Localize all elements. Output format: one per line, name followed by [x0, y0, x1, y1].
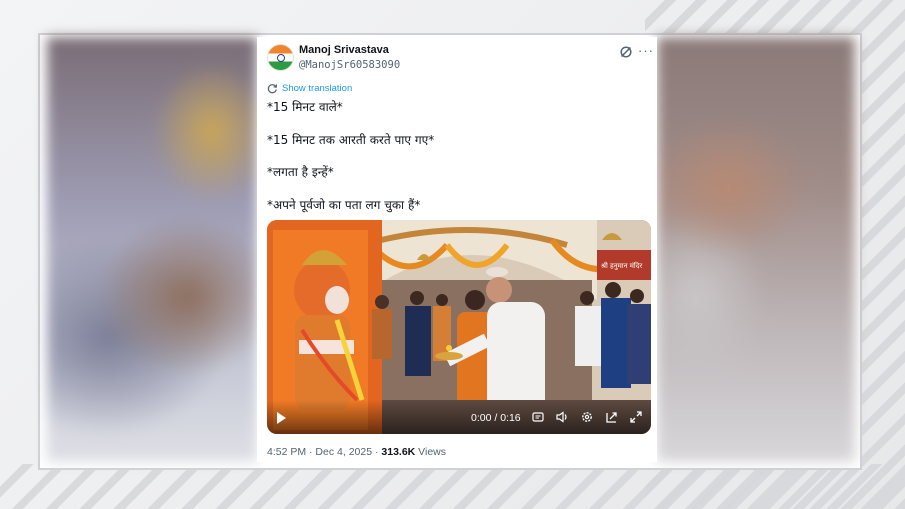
blurred-background-right — [657, 37, 855, 462]
tweet-line: *लगता है इन्हें* — [267, 165, 334, 179]
grok-icon[interactable] — [619, 45, 633, 59]
fullscreen-icon[interactable] — [629, 410, 643, 424]
play-icon[interactable] — [277, 412, 286, 424]
display-name[interactable]: Manoj Srivastava — [299, 44, 389, 56]
tweet-card: Manoj Srivastava @ManojSr60583090 ··· Sh… — [257, 37, 657, 462]
avatar[interactable] — [267, 44, 294, 71]
tweet-line: *अपने पूर्वजो का पता लग चुका हैं* — [267, 197, 421, 212]
views-label: Views — [415, 446, 446, 458]
tweet-line: *15 मिनट वाले* — [267, 100, 343, 114]
views-count: 313.6K — [381, 446, 416, 458]
tweet-text: *15 मिनट वाले* *15 मिनट तक आरती करते पाए… — [267, 97, 647, 227]
background-stripes-bottom — [0, 464, 905, 509]
tweet-line: *15 मिनट तक आरती करते पाए गए* — [267, 132, 435, 147]
captions-icon[interactable] — [532, 411, 544, 423]
user-handle[interactable]: @ManojSr60583090 — [299, 59, 400, 71]
timestamp[interactable]: 4:52 PM · Dec 4, 2025 · — [267, 446, 381, 458]
translate-icon — [267, 84, 278, 94]
temple-sign: श्री हनुमान मंदिर — [601, 261, 642, 270]
video-player[interactable]: श्री हनुमान मंदिर 0:00 / 0:16 — [267, 220, 651, 434]
flag-chakra — [277, 54, 285, 62]
video-time: 0:00 / 0:16 — [471, 412, 521, 424]
pip-icon[interactable] — [605, 410, 619, 424]
more-icon[interactable]: ··· — [638, 43, 654, 58]
settings-icon[interactable] — [580, 410, 594, 424]
video-controls: 0:00 / 0:16 — [267, 400, 651, 434]
show-translation-label[interactable]: Show translation — [282, 83, 352, 94]
blurred-background-left — [47, 37, 257, 462]
tweet-meta: 4:52 PM · Dec 4, 2025 · 313.6K Views — [267, 446, 446, 458]
volume-icon[interactable] — [555, 410, 569, 424]
show-translation-link[interactable]: Show translation — [267, 83, 352, 94]
